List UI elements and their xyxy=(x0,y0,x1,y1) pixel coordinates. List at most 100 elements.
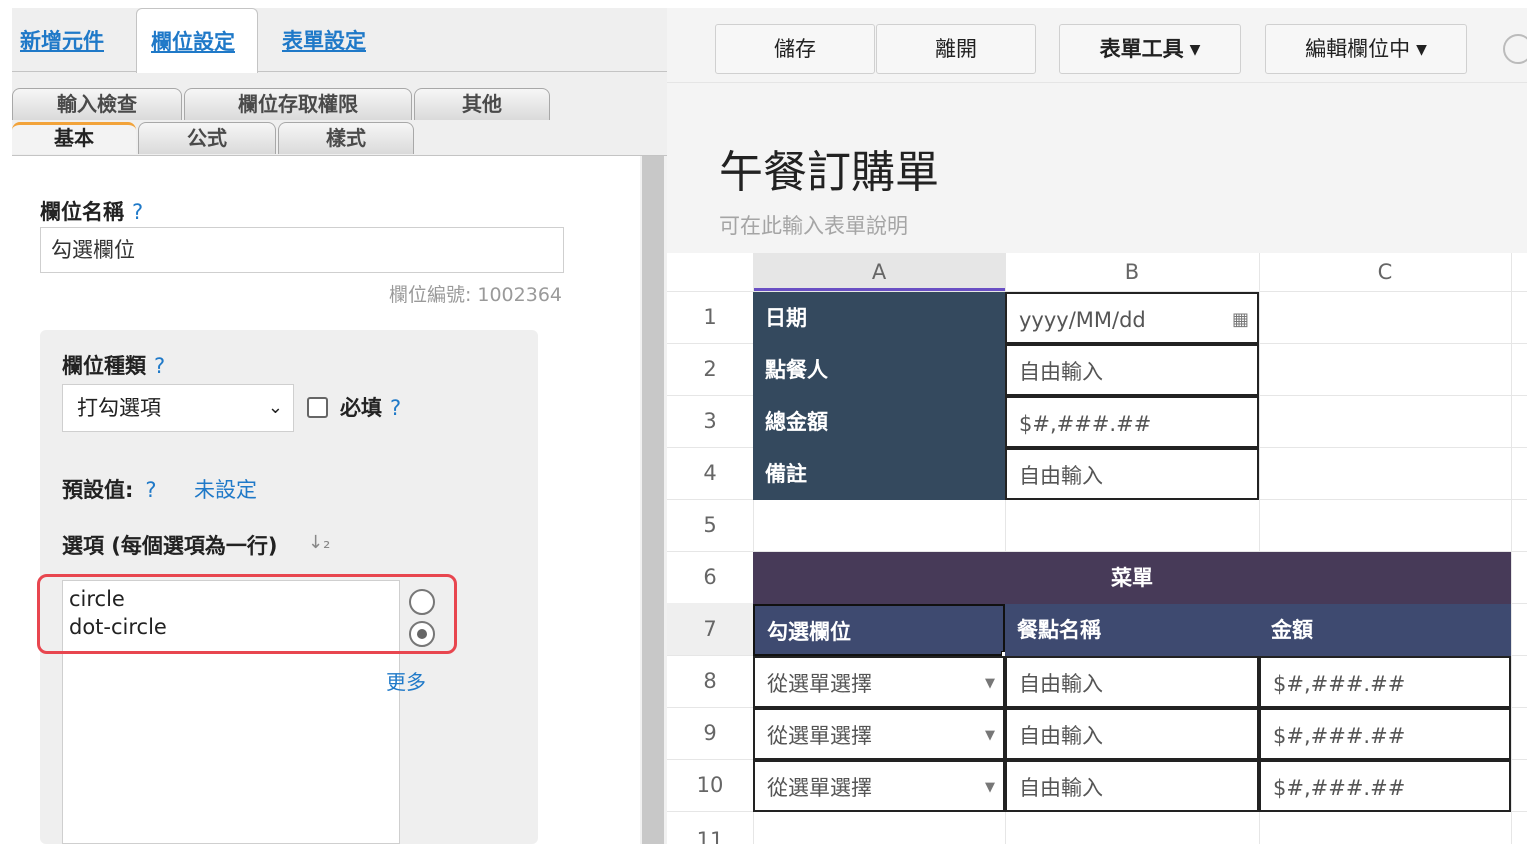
subtab-style[interactable]: 樣式 xyxy=(278,122,414,154)
field-settings-form: 欄位名稱? 勾選欄位 欄位編號: 1002364 欄位種類? 打勾選項 ⌄ 必填… xyxy=(12,156,640,844)
default-value-link[interactable]: 未設定 xyxy=(194,474,257,504)
menu-header-cell[interactable]: 金額 xyxy=(1259,604,1511,656)
options-textarea[interactable]: circle dot-circle xyxy=(62,580,435,844)
form-tools-label: 表單工具 xyxy=(1099,37,1184,61)
row-number[interactable]: 6 xyxy=(667,551,753,603)
field-name-input[interactable]: 勾選欄位 xyxy=(40,227,564,273)
status-circle-icon[interactable] xyxy=(1503,34,1527,64)
row-number[interactable]: 9 xyxy=(667,707,753,759)
date-format-text: yyyy/MM/dd xyxy=(1019,308,1146,332)
sort-icon[interactable]: ↓₂ xyxy=(308,532,330,553)
dropdown-cell-text: 從選單選擇 xyxy=(767,724,872,748)
tab-field-settings[interactable]: 欄位設定 xyxy=(136,8,258,73)
form-tools-button[interactable]: 表單工具 ▼ xyxy=(1059,24,1241,74)
dot-circle-icon xyxy=(409,621,435,647)
text-input-cell[interactable]: 自由輸入 xyxy=(1005,760,1259,812)
row-number[interactable]: 11 xyxy=(667,811,753,844)
text-input-cell[interactable]: 自由輸入 xyxy=(1005,708,1259,760)
row-number[interactable]: 10 xyxy=(667,759,753,811)
amount-input-cell[interactable]: $#,###.## xyxy=(1259,708,1511,760)
subtab-access-rights[interactable]: 欄位存取權限 xyxy=(184,88,412,120)
sub-tab-bar: 輸入檢查 欄位存取權限 其他 基本 公式 樣式 xyxy=(12,88,667,156)
info-label-cell[interactable]: 點餐人 xyxy=(753,344,1005,396)
dropdown-cell[interactable]: 從選單選擇 ▼ xyxy=(753,656,1005,708)
leave-button[interactable]: 離開 xyxy=(876,24,1036,74)
row-number[interactable]: 5 xyxy=(667,499,753,551)
default-label-text: 預設值: xyxy=(62,478,134,502)
more-icons-link[interactable]: 更多 xyxy=(386,666,426,695)
subtab-input-check[interactable]: 輸入檢查 xyxy=(12,88,182,120)
row-number[interactable]: 4 xyxy=(667,447,753,499)
toolbar-divider xyxy=(667,82,1527,83)
field-name-label: 欄位名稱? xyxy=(40,196,143,226)
dropdown-cell[interactable]: 從選單選擇 ▼ xyxy=(753,760,1005,812)
field-type-label-text: 欄位種類 xyxy=(62,354,146,378)
text-input-cell[interactable]: 自由輸入 xyxy=(1005,448,1259,500)
column-header-a[interactable]: A xyxy=(753,253,1005,291)
required-label: 必填? xyxy=(340,392,401,422)
required-help-icon[interactable]: ? xyxy=(390,396,401,420)
field-settings-panel: 新增元件 欄位設定 表單設定 輸入檢查 欄位存取權限 其他 基本 公式 樣式 欄… xyxy=(12,8,667,844)
info-label-cell[interactable]: 日期 xyxy=(753,292,1005,344)
subtab-basic[interactable]: 基本 xyxy=(12,122,136,154)
column-header-c[interactable]: C xyxy=(1259,253,1511,291)
subtab-formula[interactable]: 公式 xyxy=(138,122,276,154)
text-input-cell[interactable]: 自由輸入 xyxy=(1005,344,1259,396)
option-line: circle xyxy=(69,587,125,611)
field-number: 欄位編號: 1002364 xyxy=(388,284,562,306)
info-label-cell[interactable]: 總金額 xyxy=(753,396,1005,448)
dropdown-cell-text: 從選單選擇 xyxy=(767,776,872,800)
dropdown-cell[interactable]: 從選單選擇 ▼ xyxy=(753,708,1005,760)
row-number[interactable]: 3 xyxy=(667,395,753,447)
save-button[interactable]: 儲存 xyxy=(715,24,875,74)
calendar-icon[interactable]: ▦ xyxy=(1232,294,1249,342)
amount-input-cell[interactable]: $#,###.## xyxy=(1259,656,1511,708)
tab-add-component[interactable]: 新增元件 xyxy=(20,8,104,72)
app-root: 新增元件 欄位設定 表單設定 輸入檢查 欄位存取權限 其他 基本 公式 樣式 欄… xyxy=(0,0,1527,844)
editing-label: 編輯欄位中 xyxy=(1305,37,1411,61)
required-checkbox[interactable] xyxy=(307,397,328,418)
tab-form-settings[interactable]: 表單設定 xyxy=(282,8,366,72)
field-name-help-icon[interactable]: ? xyxy=(132,200,143,224)
editing-field-button[interactable]: 編輯欄位中 ▼ xyxy=(1265,24,1467,74)
form-editor: 儲存 離開 表單工具 ▼ 編輯欄位中 ▼ 午餐訂購單 可在此輸入表單說明 A B C xyxy=(667,8,1527,844)
settings-scrollbar[interactable] xyxy=(640,156,667,844)
form-description[interactable]: 可在此輸入表單說明 xyxy=(719,210,908,240)
scrollbar-thumb[interactable] xyxy=(642,156,664,844)
top-tab-bar: 新增元件 欄位設定 表單設定 xyxy=(12,8,667,73)
row-number[interactable]: 7 xyxy=(667,603,753,655)
menu-header-cell-selected[interactable]: 勾選欄位 xyxy=(753,604,1005,656)
chevron-down-icon: ▼ xyxy=(985,728,995,743)
amount-input-cell[interactable]: $#,###.## xyxy=(1259,760,1511,812)
grid-line xyxy=(1511,253,1512,844)
subtab-other[interactable]: 其他 xyxy=(414,88,550,120)
row-number[interactable]: 8 xyxy=(667,655,753,707)
chevron-down-icon: ⌄ xyxy=(267,397,283,418)
row-number[interactable]: 1 xyxy=(667,291,753,343)
chevron-down-icon: ▼ xyxy=(985,780,995,795)
column-header-b[interactable]: B xyxy=(1005,253,1259,291)
info-label-cell[interactable]: 備註 xyxy=(753,448,1005,500)
caret-down-icon: ▼ xyxy=(1189,42,1201,58)
field-type-section: 欄位種類? 打勾選項 ⌄ 必填? 預設值:? 未設定 選項 (每個選項為一行) … xyxy=(40,330,538,844)
default-value-label: 預設值:? xyxy=(62,474,157,504)
menu-header-cell[interactable]: 餐點名稱 xyxy=(1005,604,1259,656)
required-label-text: 必填 xyxy=(340,396,382,420)
caret-down-icon: ▼ xyxy=(1416,42,1427,58)
field-type-help-icon[interactable]: ? xyxy=(154,354,165,378)
chevron-down-icon: ▼ xyxy=(985,676,995,691)
field-type-label: 欄位種類? xyxy=(62,350,165,380)
dropdown-cell-text: 從選單選擇 xyxy=(767,672,872,696)
field-type-select[interactable]: 打勾選項 ⌄ xyxy=(62,384,294,432)
option-line: dot-circle xyxy=(69,615,167,639)
amount-input-cell[interactable]: $#,###.## xyxy=(1005,396,1259,448)
text-input-cell[interactable]: 自由輸入 xyxy=(1005,656,1259,708)
date-input-cell[interactable]: yyyy/MM/dd ▦ xyxy=(1005,292,1259,344)
row-number[interactable]: 2 xyxy=(667,343,753,395)
field-name-label-text: 欄位名稱 xyxy=(40,200,124,224)
form-title[interactable]: 午餐訂購單 xyxy=(719,136,939,200)
menu-title-cell[interactable]: 菜單 xyxy=(753,552,1511,604)
circle-icon xyxy=(409,589,435,615)
sheet-grid: A B C 1 2 3 4 5 6 7 8 9 10 11 日期 點餐人 總金額… xyxy=(667,253,1527,844)
default-help-icon[interactable]: ? xyxy=(145,478,156,502)
